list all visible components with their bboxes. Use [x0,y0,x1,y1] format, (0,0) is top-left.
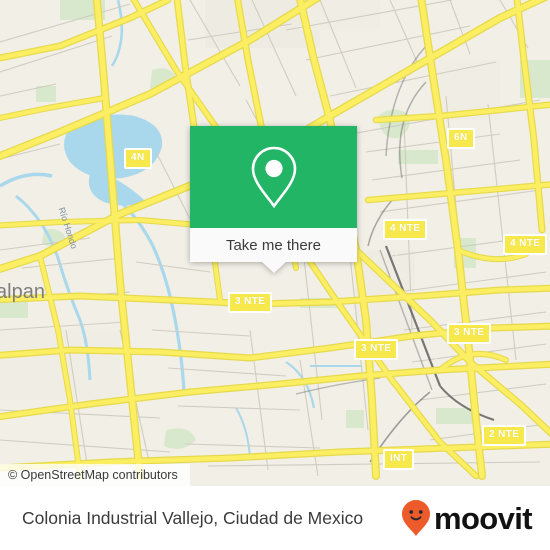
map-canvas[interactable]: 4N 6N 4 NTE 4 NTE 3 NTE 3 NTE 3 NTE 2 NT… [0,0,550,486]
popup-header [190,126,357,228]
moovit-wordmark: moovit [433,500,533,536]
road-shield[interactable]: 6N [447,128,475,149]
map-screenshot: 4N 6N 4 NTE 4 NTE 3 NTE 3 NTE 3 NTE 2 NT… [0,0,550,550]
moovit-logo[interactable]: moovit [401,499,533,537]
take-me-there-label: Take me there [225,236,322,254]
road-shield[interactable]: 3 NTE [447,323,492,344]
popup-action-row[interactable]: Take me there [190,228,357,262]
map-attribution: © OpenStreetMap contributors [0,464,190,486]
road-shield[interactable]: 2 NTE [482,425,527,446]
moovit-smiley-pin-icon [401,500,430,536]
road-shield[interactable]: INT [383,449,415,470]
location-popup-card[interactable]: Take me there [190,126,357,273]
bottom-bar: Colonia Industrial Vallejo, Ciudad de Me… [0,486,550,550]
road-shield[interactable]: 4N [124,148,152,169]
map-pin-icon [251,146,296,209]
road-shield[interactable]: 4 NTE [383,219,428,240]
road-shield[interactable]: 3 NTE [354,339,399,360]
road-shield[interactable]: 3 NTE [228,292,273,313]
location-title: Colonia Industrial Vallejo, Ciudad de Me… [22,507,364,528]
popup-tail-pointer [261,262,286,273]
place-label: alpan [0,281,45,303]
attribution-text: © OpenStreetMap contributors [8,468,178,482]
road-shield[interactable]: 4 NTE [503,234,548,255]
